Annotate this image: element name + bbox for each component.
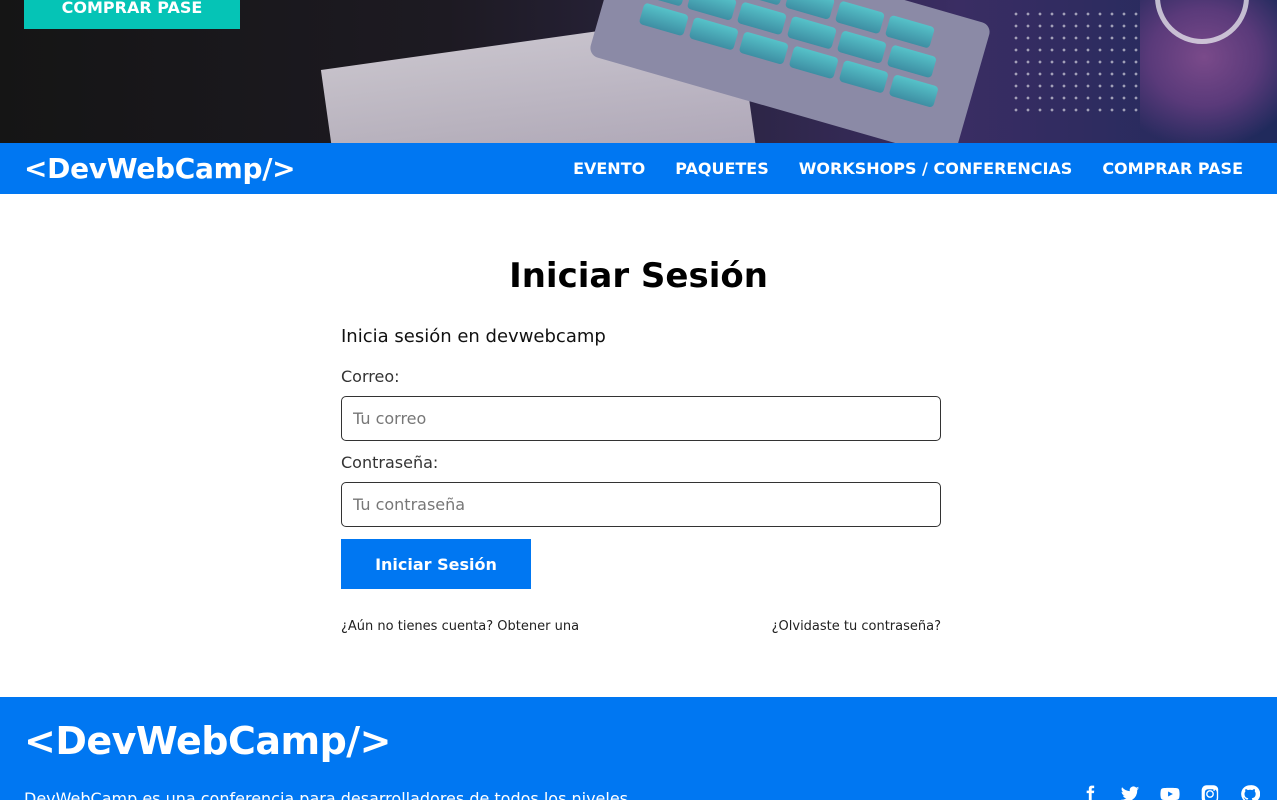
email-field[interactable] bbox=[341, 396, 941, 441]
brand-logo[interactable]: <DevWebCamp/> bbox=[24, 152, 296, 185]
forgot-password-link[interactable]: ¿Olvidaste tu contraseña? bbox=[772, 619, 941, 634]
email-label: Correo: bbox=[341, 367, 400, 386]
page-title: Iniciar Sesión bbox=[509, 256, 768, 296]
nav-links: EVENTO PAQUETES WORKSHOPS / CONFERENCIAS… bbox=[573, 159, 1243, 178]
hero-dot-pattern bbox=[1010, 8, 1140, 113]
footer-brand-logo[interactable]: <DevWebCamp/> bbox=[24, 719, 392, 763]
nav-link-paquetes[interactable]: PAQUETES bbox=[675, 159, 769, 178]
github-icon[interactable] bbox=[1239, 783, 1261, 800]
login-submit-button[interactable]: Iniciar Sesión bbox=[341, 539, 531, 589]
instagram-icon[interactable] bbox=[1199, 783, 1221, 800]
nav-link-workshops[interactable]: WORKSHOPS / CONFERENCIAS bbox=[799, 159, 1073, 178]
social-links bbox=[1079, 783, 1261, 800]
form-subtitle: Inicia sesión en devwebcamp bbox=[341, 326, 606, 347]
main-navbar: <DevWebCamp/> EVENTO PAQUETES WORKSHOPS … bbox=[0, 143, 1277, 194]
login-section: Iniciar Sesión Inicia sesión en devwebca… bbox=[0, 194, 1277, 697]
twitter-icon[interactable] bbox=[1119, 783, 1141, 800]
hero-banner: COMPRAR PASE bbox=[0, 0, 1277, 143]
footer-description: DevWebCamp es una conferencia para desar… bbox=[24, 789, 629, 800]
register-link[interactable]: ¿Aún no tienes cuenta? Obtener una bbox=[341, 619, 579, 634]
site-footer: <DevWebCamp/> DevWebCamp es una conferen… bbox=[0, 697, 1277, 800]
nav-link-comprar-pase[interactable]: COMPRAR PASE bbox=[1102, 159, 1243, 178]
login-form: Inicia sesión en devwebcamp Correo: Cont… bbox=[341, 326, 941, 634]
facebook-icon[interactable] bbox=[1079, 783, 1101, 800]
form-links: ¿Aún no tienes cuenta? Obtener una ¿Olvi… bbox=[341, 619, 941, 634]
hero-buy-pass-button[interactable]: COMPRAR PASE bbox=[24, 0, 240, 29]
password-field[interactable] bbox=[341, 482, 941, 527]
youtube-icon[interactable] bbox=[1159, 783, 1181, 800]
password-label: Contraseña: bbox=[341, 453, 439, 472]
nav-link-evento[interactable]: EVENTO bbox=[573, 159, 645, 178]
